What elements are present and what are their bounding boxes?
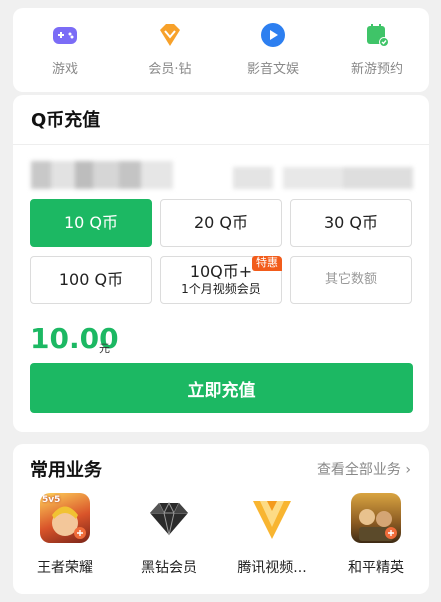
tencent-video-icon (247, 493, 297, 543)
play-icon (260, 22, 286, 48)
recharge-now-button[interactable]: 立即充值 (30, 363, 413, 413)
option-label: 10Q币+ (189, 261, 253, 281)
section-title: 常用业务 (30, 460, 102, 481)
nav-item-label: 游戏 (51, 62, 78, 77)
account-field-redacted[interactable] (31, 161, 173, 189)
service-peace-elite[interactable]: 和平精英 (331, 493, 421, 577)
service-label: 王者荣耀 (37, 560, 93, 576)
divider (13, 144, 429, 145)
nav-item-label: 新游预约 (350, 62, 403, 77)
nav-item-label: 影音文娱 (246, 62, 299, 77)
nav-item-games[interactable]: 游戏 (15, 20, 115, 77)
option-label: 30 Q币 (323, 212, 379, 232)
black-diamond-icon (144, 493, 194, 543)
account-name-redacted (233, 167, 413, 189)
nav-item-media[interactable]: 影音文娱 (223, 20, 323, 77)
gamepad-icon (52, 22, 78, 48)
service-black-diamond[interactable]: 黑钻会员 (124, 493, 214, 577)
section-title: Q币充值 (31, 110, 101, 131)
special-offer-badge: 特惠 (252, 256, 282, 271)
view-all-services-link[interactable]: 查看全部业务 › (317, 459, 411, 479)
option-20-qb[interactable]: 20 Q币 (160, 199, 282, 247)
calendar-check-icon (364, 22, 390, 48)
option-sublabel: 1个月视频会员 (181, 282, 261, 297)
price-unit: 元 (99, 342, 110, 355)
service-honor-of-kings[interactable]: 5v5 王者荣耀 (20, 493, 110, 577)
option-10-qb[interactable]: 10 Q币 (30, 199, 152, 247)
top-nav: 游戏 会员·钻 影音文娱 新游预约 (13, 8, 429, 92)
option-label: 10 Q币 (63, 212, 119, 232)
option-100-qb[interactable]: 100 Q币 (30, 256, 152, 304)
option-label: 100 Q币 (58, 269, 124, 289)
option-30-qb[interactable]: 30 Q币 (290, 199, 412, 247)
service-label: 和平精英 (348, 560, 404, 576)
service-badge: 5v5 (42, 495, 61, 505)
service-label: 黑钻会员 (141, 560, 197, 576)
option-10qb-video-bundle[interactable]: 10Q币+ 1个月视频会员 特惠 (160, 256, 282, 304)
service-label: 腾讯视频... (237, 560, 307, 576)
diamond-icon (157, 22, 183, 48)
nav-item-membership[interactable]: 会员·钻 (120, 20, 220, 77)
option-label: 20 Q币 (193, 212, 249, 232)
nav-item-new-games[interactable]: 新游预约 (327, 20, 427, 77)
peace-elite-icon (351, 493, 401, 543)
services-card: 常用业务 查看全部业务 › 5v5 王者荣耀 黑钻会员 腾讯视频... 和平精英 (13, 444, 429, 594)
service-tencent-video[interactable]: 腾讯视频... (227, 493, 317, 577)
nav-item-label: 会员·钻 (148, 62, 192, 77)
option-label: 其它数额 (324, 271, 377, 287)
option-other-amount[interactable]: 其它数额 (290, 256, 412, 304)
recharge-card: Q币充值 10 Q币 20 Q币 30 Q币 100 Q币 10Q币+ 1个月视… (13, 95, 429, 432)
honor-of-kings-icon: 5v5 (40, 493, 90, 543)
